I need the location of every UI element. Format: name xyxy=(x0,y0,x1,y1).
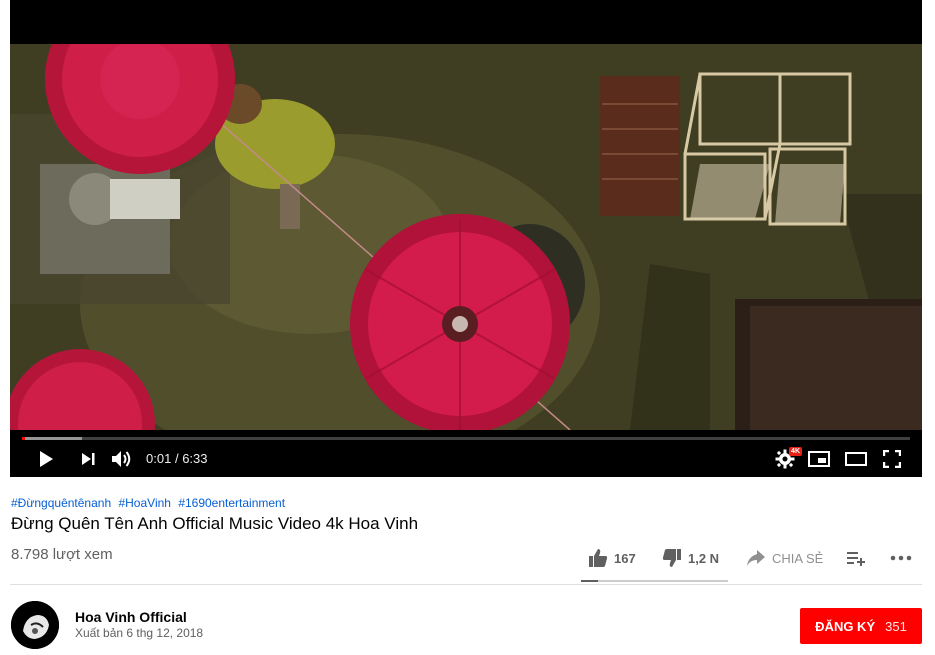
share-icon xyxy=(747,550,765,566)
divider xyxy=(10,584,922,585)
avatar-image xyxy=(11,601,59,649)
hashtag-list: #Đừngquêntênanh #HoaVinh #1690entertainm… xyxy=(11,496,289,510)
like-count: 167 xyxy=(614,550,636,566)
video-scene xyxy=(10,44,922,430)
play-button[interactable] xyxy=(32,441,60,477)
sentiment-bar xyxy=(581,580,728,582)
hashtag-link[interactable]: #HoaVinh xyxy=(118,496,171,510)
progress-bar[interactable] xyxy=(22,437,910,440)
save-to-playlist-button[interactable] xyxy=(846,546,866,570)
video-player[interactable]: 0:01 / 6:33 4K xyxy=(10,0,922,477)
subscriber-count: 351 xyxy=(885,618,907,634)
next-icon xyxy=(82,453,95,465)
quality-badge: 4K xyxy=(789,447,802,456)
next-button[interactable] xyxy=(74,441,102,477)
volume-icon xyxy=(112,451,131,467)
progress-buffer xyxy=(22,437,82,440)
share-label: CHIA SẺ xyxy=(772,550,824,566)
more-actions-button[interactable] xyxy=(890,546,912,570)
theater-mode-button[interactable] xyxy=(842,441,870,477)
view-count: 8.798 lượt xem xyxy=(11,546,113,563)
fullscreen-icon xyxy=(883,450,901,468)
settings-button[interactable]: 4K xyxy=(772,441,802,477)
sentiment-like-fill xyxy=(581,580,598,582)
progress-played xyxy=(22,437,25,440)
player-controls: 0:01 / 6:33 4K xyxy=(10,441,922,477)
playlist-add-icon xyxy=(847,552,865,566)
channel-name[interactable]: Hoa Vinh Official xyxy=(75,609,187,625)
publish-date: Xuất bản 6 thg 12, 2018 xyxy=(75,626,204,640)
theater-icon xyxy=(845,452,867,466)
play-icon xyxy=(40,451,53,467)
miniplayer-button[interactable] xyxy=(806,441,832,477)
miniplayer-icon xyxy=(808,451,830,467)
time-display: 0:01 / 6:33 xyxy=(146,441,208,477)
dislike-button[interactable]: 1,2 N xyxy=(662,546,719,570)
time-total: 6:33 xyxy=(182,451,208,466)
video-frame[interactable] xyxy=(10,44,922,430)
fullscreen-button[interactable] xyxy=(878,441,906,477)
like-button[interactable]: 167 xyxy=(588,546,636,570)
more-icon xyxy=(890,555,912,561)
hashtag-link[interactable]: #1690entertainment xyxy=(178,496,285,510)
time-current: 0:01 xyxy=(146,451,172,466)
thumbs-up-icon xyxy=(589,549,608,567)
thumbs-down-icon xyxy=(662,549,681,567)
video-title: Đừng Quên Tên Anh Official Music Video 4… xyxy=(11,514,419,533)
subscribe-button[interactable]: ĐĂNG KÝ 351 xyxy=(800,608,922,644)
dislike-count: 1,2 N xyxy=(688,550,720,566)
time-separator: / xyxy=(174,451,179,466)
volume-button[interactable] xyxy=(108,441,136,477)
hashtag-link[interactable]: #Đừngquêntênanh xyxy=(11,496,111,510)
subscribe-label: ĐĂNG KÝ xyxy=(815,618,876,634)
share-button[interactable]: CHIA SẺ xyxy=(746,546,823,570)
channel-avatar[interactable] xyxy=(11,601,59,649)
